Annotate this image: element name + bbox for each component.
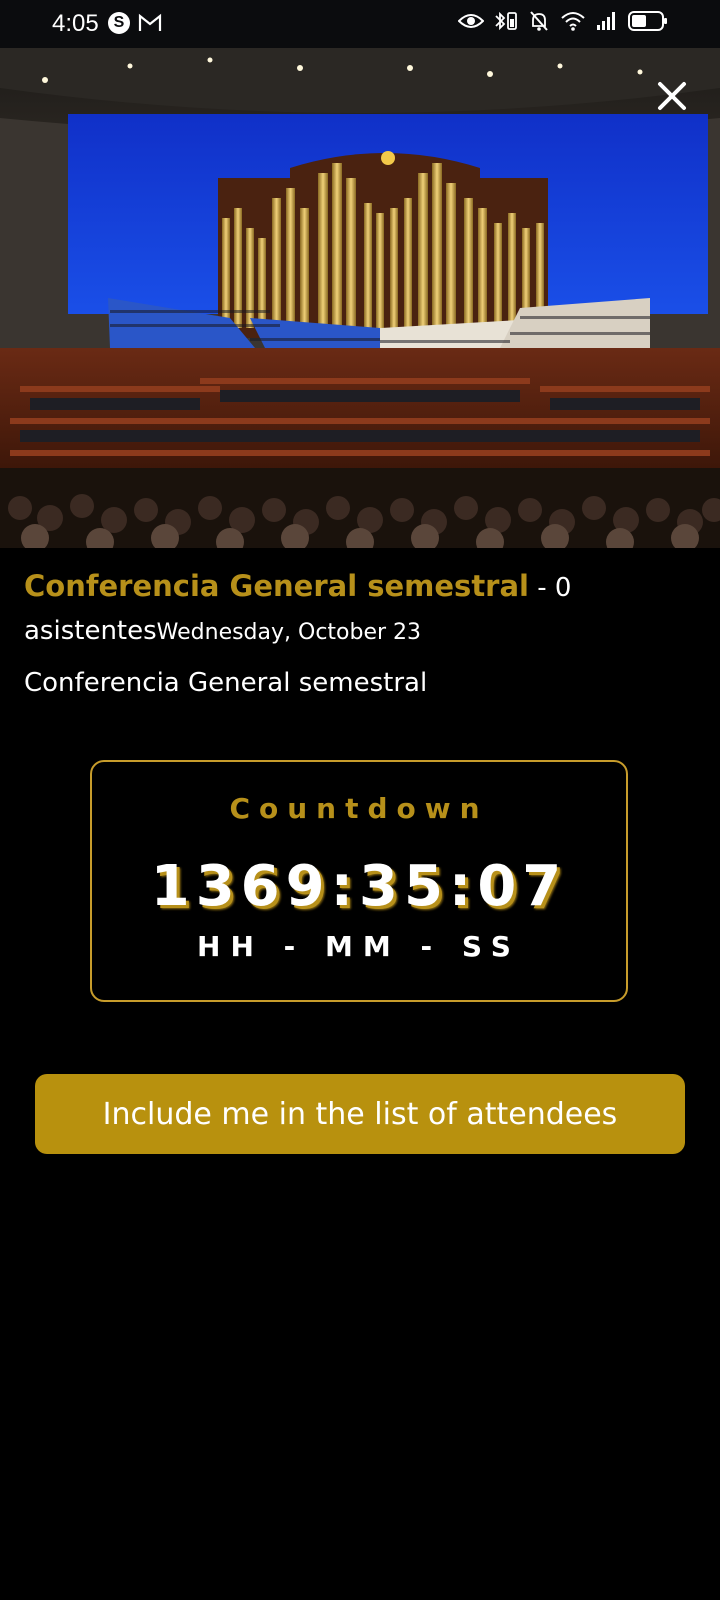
s-app-icon: S (108, 12, 130, 34)
gmail-icon (138, 13, 162, 31)
battery-icon (628, 11, 667, 31)
status-right-icons (458, 10, 668, 32)
conference-center-photo (0, 48, 720, 548)
status-left-icons: S (108, 12, 162, 34)
include-me-attendees-button[interactable]: Include me in the list of attendees (35, 1074, 685, 1154)
countdown-title: Countdown (229, 792, 489, 825)
event-date: Wednesday, October 23 (156, 620, 422, 645)
status-bar: 4:05 S (0, 0, 720, 48)
close-icon[interactable] (652, 76, 692, 116)
event-hero-image (0, 48, 720, 548)
wifi-icon (561, 12, 585, 31)
event-title: Conferencia General semestral (24, 569, 529, 603)
signal-icon (597, 12, 615, 30)
status-time: 4:05 (52, 10, 99, 37)
countdown-box: Countdown 1369:35:07 HH - MM - SS (90, 760, 628, 1002)
countdown-timer: 1369:35:07 (150, 854, 568, 919)
eye-icon (458, 14, 484, 28)
mute-bell-icon (530, 11, 548, 31)
bluetooth-battery-icon (495, 11, 517, 31)
event-description: Conferencia General semestral (24, 668, 428, 698)
countdown-units: HH - MM - SS (197, 930, 521, 963)
event-header: Conferencia General semestral - 0 asiste… (24, 566, 704, 654)
